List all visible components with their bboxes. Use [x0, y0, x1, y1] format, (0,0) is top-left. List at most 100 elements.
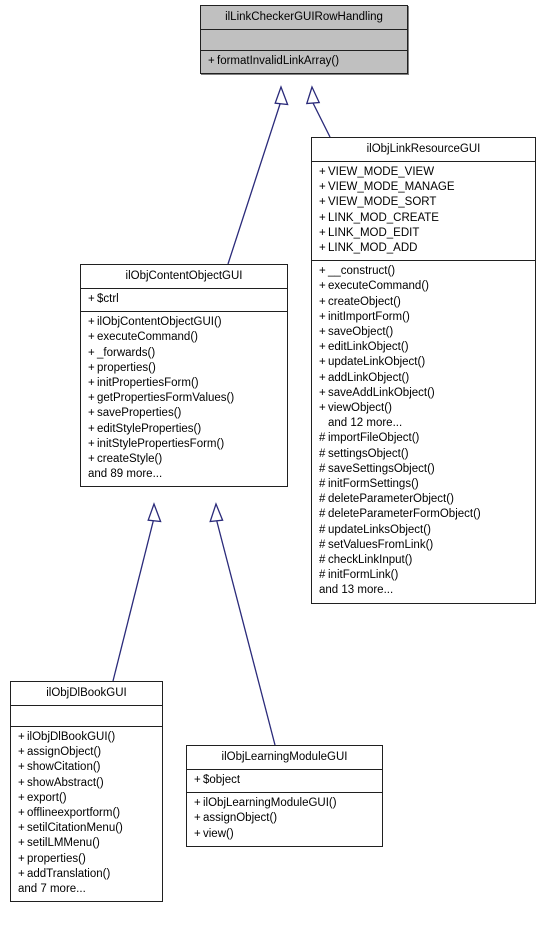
visibility-marker: +	[18, 852, 25, 865]
operation-name: view()	[203, 827, 234, 840]
operation-row: + assignObject()	[18, 745, 156, 760]
visibility-marker: +	[194, 827, 201, 840]
operations-more-label: and 89 more...	[88, 468, 163, 481]
attributes-compartment: + $ctrl	[81, 288, 287, 311]
operation-name: addLinkObject()	[328, 371, 410, 384]
visibility-marker: +	[208, 55, 215, 67]
visibility-marker: #	[319, 569, 326, 582]
generalization-arrowhead-4	[209, 502, 224, 523]
operation-name: initFormLink()	[328, 569, 399, 582]
operations-compartment: + ilObjContentObjectGUI() + executeCommand…	[81, 311, 287, 486]
operation-name: editStyleProperties()	[97, 422, 202, 435]
visibility-marker: +	[88, 453, 95, 466]
operation-row: # checkLinkInput()	[319, 553, 529, 568]
operation-row: + ilObjContentObjectGUI()	[88, 315, 281, 330]
class-node-il-obj-dl-book-gui[interactable]: ilObjDlBookGUI + ilObjDlBookGUI() + assign…	[10, 681, 163, 903]
operation-name: saveProperties()	[97, 407, 182, 420]
operation-name: settingsObject()	[328, 447, 409, 460]
visibility-marker: +	[88, 407, 95, 420]
operation-row: + formatInvalidLinkArray()	[208, 54, 401, 69]
visibility-marker: +	[18, 822, 25, 835]
visibility-marker: #	[319, 432, 326, 445]
generalization-arrowhead-2	[305, 85, 321, 105]
generalization-arrowhead-1	[274, 85, 289, 106]
operation-row: # deleteParameterObject()	[319, 492, 529, 507]
operation-name: offlineexportform()	[27, 807, 121, 820]
visibility-marker: #	[319, 462, 326, 475]
operation-row: + initImportForm()	[319, 310, 529, 325]
operation-row: + initPropertiesForm()	[88, 376, 281, 391]
operation-name: initStylePropertiesForm()	[97, 437, 225, 450]
visibility-marker: +	[18, 761, 25, 774]
attribute-name: $ctrl	[97, 293, 119, 305]
operation-row: + showCitation()	[18, 760, 156, 775]
operation-name: __construct()	[328, 265, 396, 278]
operation-name: assignObject()	[203, 812, 278, 825]
class-node-il-obj-link-resource-gui[interactable]: ilObjLinkResourceGUI + VIEW_MODE_VIEW + VI…	[311, 137, 536, 604]
attributes-compartment	[11, 705, 162, 726]
attribute-row: + $object	[194, 773, 376, 788]
visibility-marker: +	[319, 386, 326, 399]
operation-name: showAbstract()	[27, 776, 104, 789]
attributes-compartment	[201, 29, 407, 50]
operations-compartment: + __construct() + executeCommand() + create…	[312, 260, 535, 602]
visibility-marker: +	[319, 226, 326, 239]
attributes-compartment: + $object	[187, 769, 382, 792]
operation-row: + __construct()	[319, 264, 529, 279]
operation-row: # saveSettingsObject()	[319, 462, 529, 477]
operation-row: + properties()	[88, 361, 281, 376]
attribute-name: LINK_MOD_CREATE	[328, 211, 439, 224]
operation-row: + view()	[194, 827, 376, 842]
attribute-row: + $ctrl	[88, 292, 281, 307]
edge-content-object-to-row-handling	[227, 100, 282, 265]
class-node-il-obj-content-object-gui[interactable]: ilObjContentObjectGUI + $ctrl + ilObjConte…	[80, 264, 288, 488]
operation-name: initImportForm()	[328, 310, 410, 323]
operation-name: deleteParameterObject()	[328, 493, 454, 506]
operation-name: properties()	[27, 852, 86, 865]
operation-name: editLinkObject()	[328, 341, 409, 354]
operation-row: + showAbstract()	[18, 776, 156, 791]
operation-row: # setValuesFromLink()	[319, 538, 529, 553]
operation-row: + getPropertiesFormValues()	[88, 391, 281, 406]
class-node-il-obj-learning-module-gui[interactable]: ilObjLearningModuleGUI + $object + ilObjLe…	[186, 745, 383, 847]
visibility-marker: +	[88, 331, 95, 344]
operation-row: + setilCitationMenu()	[18, 821, 156, 836]
visibility-marker: +	[18, 746, 25, 759]
attribute-row: + LINK_MOD_EDIT	[319, 226, 529, 241]
operation-name: setValuesFromLink()	[328, 538, 434, 551]
uml-class-diagram: ilLinkCheckerGUIRowHandling + formatInval…	[0, 0, 544, 931]
visibility-marker: +	[194, 812, 201, 825]
operation-name: saveSettingsObject()	[328, 462, 435, 475]
attribute-row: + VIEW_MODE_VIEW	[319, 165, 529, 180]
visibility-marker: #	[319, 447, 326, 460]
operation-name: executeCommand()	[328, 280, 429, 293]
class-node-il-link-checker-gui-row-handling[interactable]: ilLinkCheckerGUIRowHandling + formatInval…	[200, 5, 408, 75]
visibility-marker: +	[88, 422, 95, 435]
visibility-marker: +	[18, 776, 25, 789]
operation-row: + executeCommand()	[319, 279, 529, 294]
operation-row: + initStylePropertiesForm()	[88, 437, 281, 452]
operations-compartment: + ilObjDlBookGUI() + assignObject() + showC…	[11, 726, 162, 901]
attribute-name: LINK_MOD_ADD	[328, 242, 418, 255]
operation-name: updateLinkObject()	[328, 356, 426, 369]
visibility-marker: +	[88, 377, 95, 390]
operation-name: properties()	[97, 361, 156, 374]
operation-row: + editLinkObject()	[319, 340, 529, 355]
visibility-marker: +	[319, 181, 326, 194]
operation-name: checkLinkInput()	[328, 554, 413, 567]
operation-name: setilLMMenu()	[27, 837, 100, 850]
visibility-marker: +	[319, 242, 326, 255]
attribute-row: + VIEW_MODE_MANAGE	[319, 180, 529, 195]
visibility-marker: #	[319, 478, 326, 491]
visibility-marker: #	[319, 508, 326, 521]
visibility-marker: +	[88, 392, 95, 405]
edge-dl-book-to-content-object	[112, 517, 155, 682]
operation-name: saveAddLinkObject()	[328, 386, 435, 399]
attribute-name: VIEW_MODE_SORT	[328, 196, 437, 209]
attribute-name: $object	[203, 774, 241, 786]
edge-link-resource-to-row-handling	[311, 100, 331, 138]
visibility-marker: +	[88, 361, 95, 374]
operation-row: + ilObjDlBookGUI()	[18, 730, 156, 745]
operation-name: importFileObject()	[328, 432, 420, 445]
visibility-marker: +	[319, 166, 326, 178]
